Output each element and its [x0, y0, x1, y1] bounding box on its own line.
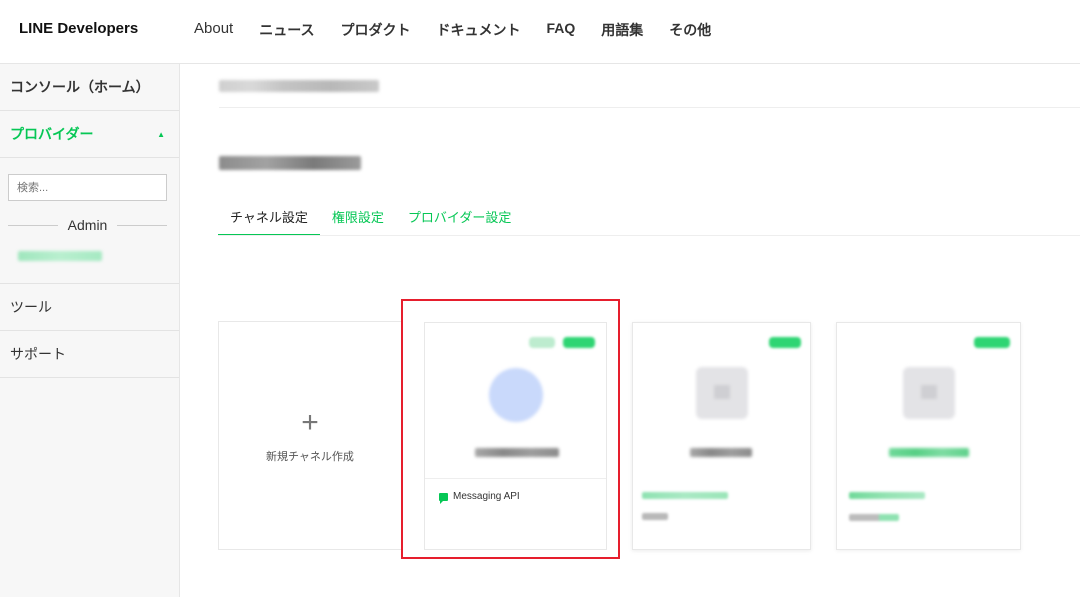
channel-name-redacted [475, 448, 559, 457]
sidebar-lower: ツール サポート [0, 283, 179, 378]
sidebar-item-console-home[interactable]: コンソール（ホーム） [0, 64, 179, 111]
channel-name-redacted [690, 448, 752, 457]
channel-type: Messaging API [439, 491, 520, 504]
sidebar-item-provider[interactable]: プロバイダー ▲ [0, 111, 179, 158]
channel-avatar [488, 368, 543, 422]
nav-products[interactable]: プロダクト [341, 20, 411, 40]
divider [8, 224, 58, 226]
nav-news[interactable]: ニュース [259, 20, 314, 40]
channel-avatar [695, 367, 748, 419]
nav-documents[interactable]: ドキュメント [437, 20, 521, 40]
caret-up-icon[interactable]: ▲ [157, 130, 165, 139]
channel-name-redacted [889, 448, 969, 457]
tab-permission-settings[interactable]: 権限設定 [320, 209, 396, 236]
sidebar-search-wrap [0, 158, 179, 209]
page-title-redacted [219, 156, 361, 170]
channel-type-redacted [642, 492, 728, 499]
channel-type-redacted [849, 492, 925, 499]
divider [218, 235, 1080, 236]
admin-section-header: Admin [0, 209, 179, 233]
nav-glossary[interactable]: 用語集 [601, 20, 643, 40]
message-bubble-icon [439, 492, 448, 504]
sidebar-item-support[interactable]: サポート [0, 331, 179, 378]
channel-meta-redacted [642, 513, 668, 520]
brand-logo[interactable]: LINE Developers [19, 20, 138, 37]
new-channel-card[interactable]: + 新規チャネル作成 [218, 321, 402, 550]
role-badge-redacted [529, 337, 555, 348]
new-channel-label: 新規チャネル作成 [266, 450, 354, 463]
channel-card[interactable] [632, 322, 811, 550]
breadcrumb-redacted[interactable] [219, 80, 379, 92]
divider [425, 478, 606, 479]
tab-provider-settings[interactable]: プロバイダー設定 [396, 209, 523, 236]
app-root: LINE Developers About ニュース プロダクト ドキュメント … [0, 0, 1080, 597]
sidebar-item-tools[interactable]: ツール [0, 284, 179, 331]
channel-card[interactable] [836, 322, 1021, 550]
channel-avatar [902, 367, 955, 419]
provider-tabs: チャネル設定 権限設定 プロバイダー設定 [218, 209, 523, 236]
nav-links: About ニュース プロダクト ドキュメント FAQ 用語集 その他 [194, 20, 737, 40]
channel-meta-redacted [849, 514, 899, 521]
sidebar: コンソール（ホーム） プロバイダー ▲ Admin ツール サポート [0, 64, 180, 597]
nav-about[interactable]: About [194, 20, 233, 40]
divider [117, 224, 167, 226]
top-nav: LINE Developers About ニュース プロダクト ドキュメント … [0, 0, 1080, 64]
sidebar-item-provider-label: プロバイダー [10, 126, 94, 142]
provider-link-redacted[interactable] [18, 251, 102, 261]
status-badge-redacted [974, 337, 1010, 348]
admin-label: Admin [67, 217, 108, 233]
plus-icon: + [301, 405, 319, 439]
channel-type-label: Messaging API [453, 491, 520, 502]
tab-channel-settings[interactable]: チャネル設定 [218, 209, 320, 236]
status-badge-redacted [563, 337, 595, 348]
status-badge-redacted [769, 337, 801, 348]
nav-faq[interactable]: FAQ [547, 20, 576, 40]
provider-search-input[interactable] [8, 174, 167, 201]
divider [219, 107, 1080, 108]
channel-card[interactable]: Messaging API [424, 322, 607, 550]
nav-more[interactable]: その他 [669, 20, 711, 40]
